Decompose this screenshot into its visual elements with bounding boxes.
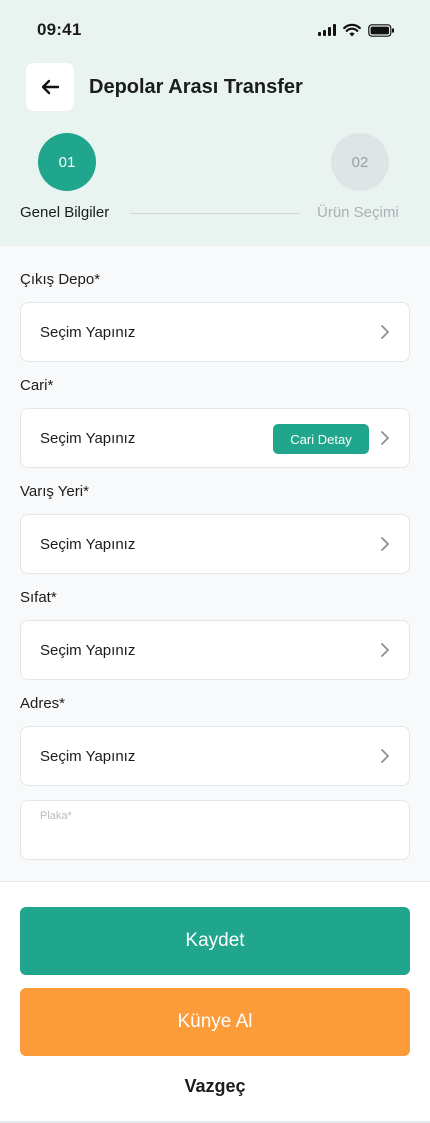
chevron-right-icon (381, 431, 389, 445)
plaka-field[interactable]: Plaka* (20, 800, 410, 860)
field-label-adres: Adres* (20, 695, 66, 712)
plaka-placeholder: Plaka* (40, 810, 72, 822)
back-button[interactable] (26, 63, 74, 111)
save-button[interactable]: Kaydet (20, 907, 410, 975)
select-adres[interactable]: Seçim Yapınız (20, 726, 410, 786)
field-label-sifat: Sıfat* (20, 589, 57, 606)
step-2-indicator: 02 (331, 133, 389, 191)
wifi-icon (343, 23, 361, 37)
step-1-indicator: 01 (38, 133, 96, 191)
status-time: 09:41 (37, 20, 82, 39)
select-value: Seçim Yapınız (40, 430, 136, 447)
status-icons (318, 21, 395, 39)
page-title: Depolar Arası Transfer (89, 76, 303, 98)
select-value: Seçim Yapınız (40, 642, 136, 659)
step-1-label: Genel Bilgiler (20, 204, 110, 221)
chevron-right-icon (381, 537, 389, 551)
cancel-button[interactable]: Vazgeç (0, 1076, 430, 1097)
action-panel: Kaydet Künye Al Vazgeç (0, 881, 430, 1123)
step-2-label: Ürün Seçimi (317, 204, 399, 221)
select-cari[interactable]: Seçim Yapınız Cari Detay (20, 408, 410, 468)
chevron-right-icon (381, 643, 389, 657)
signal-icon (318, 24, 336, 36)
header-area: 09:41 Depolar Arası Transfer 01 02 Genel… (0, 0, 430, 246)
select-cikis-depo[interactable]: Seçim Yapınız (20, 302, 410, 362)
select-sifat[interactable]: Seçim Yapınız (20, 620, 410, 680)
arrow-left-icon (41, 79, 60, 95)
select-value: Seçim Yapınız (40, 324, 136, 341)
status-bar: 09:41 (0, 0, 430, 60)
stepper-connector (130, 213, 300, 214)
select-value: Seçim Yapınız (40, 748, 136, 765)
plaka-input[interactable] (40, 827, 390, 851)
chevron-right-icon (381, 749, 389, 763)
select-varis-yeri[interactable]: Seçim Yapınız (20, 514, 410, 574)
cari-detay-button[interactable]: Cari Detay (273, 424, 369, 454)
battery-icon (368, 23, 394, 37)
field-label-varis-yeri: Varış Yeri* (20, 483, 89, 500)
field-label-cikis-depo: Çıkış Depo* (20, 271, 101, 288)
field-label-cari: Cari* (20, 377, 54, 394)
chevron-right-icon (381, 325, 389, 339)
kunye-al-button[interactable]: Künye Al (20, 988, 410, 1056)
select-value: Seçim Yapınız (40, 536, 136, 553)
